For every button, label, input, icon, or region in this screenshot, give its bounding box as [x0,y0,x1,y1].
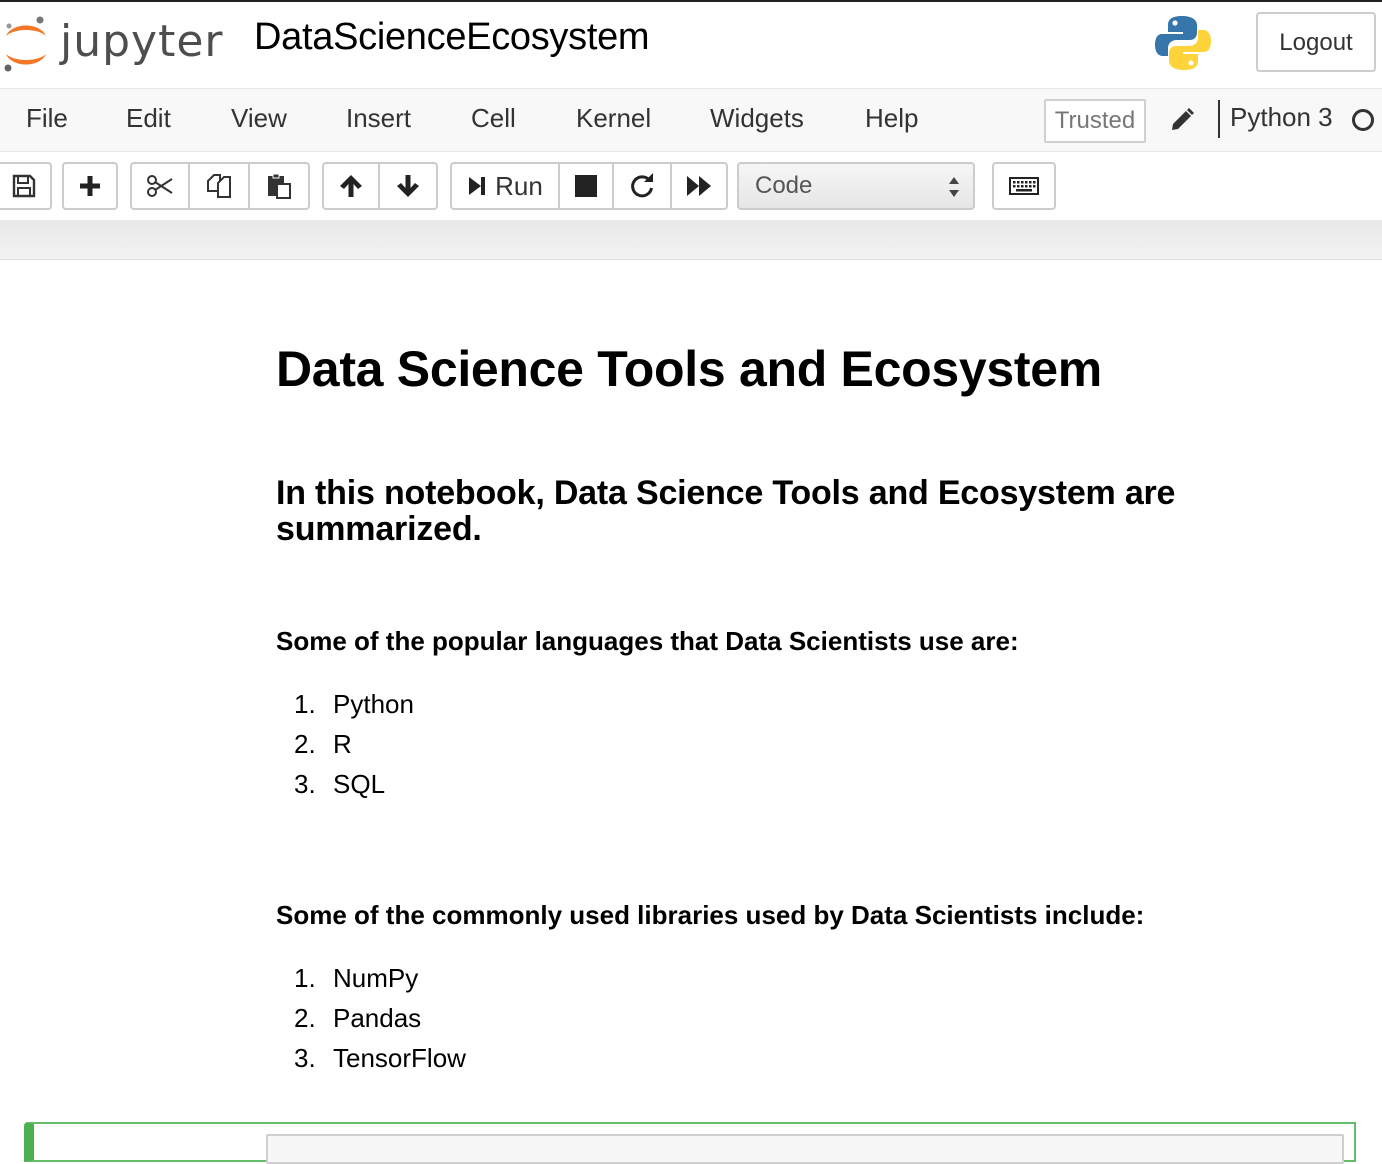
list-number: 3. [294,1043,316,1073]
notebook-title-heading: Data Science Tools and Ecosystem [276,341,1102,397]
arrow-up-icon [340,175,362,197]
command-palette-button[interactable] [992,162,1056,210]
list-number: 1. [294,963,316,993]
restart-kernel-button[interactable] [612,162,672,210]
languages-heading: Some of the popular languages that Data … [276,626,1019,656]
logout-button[interactable]: Logout [1256,12,1376,72]
insert-cell-button[interactable] [62,162,118,210]
menu-widgets[interactable]: Widgets [710,103,804,134]
menu-file[interactable]: File [26,103,68,134]
save-button[interactable] [0,162,52,210]
menu-edit[interactable]: Edit [126,103,171,134]
list-item-text: SQL [333,769,386,799]
cell-type-value: Code [755,172,813,199]
cut-button[interactable] [130,162,190,210]
list-item-text: TensorFlow [333,1043,466,1073]
paste-button[interactable] [248,162,310,210]
menu-insert[interactable]: Insert [346,103,411,134]
jupyter-logo-icon [4,16,46,72]
pencil-icon[interactable] [1168,106,1196,139]
keyboard-icon [1009,177,1039,195]
menu-view[interactable]: View [231,103,287,134]
list-item-text: Pandas [333,1003,422,1033]
arrow-down-icon [397,175,419,197]
run-icon [469,177,486,195]
kernel-divider [1218,100,1220,138]
plus-icon [80,176,100,196]
intro-heading: In this notebook, Data Science Tools and… [276,474,1176,548]
list-number: 1. [294,689,316,719]
kernel-idle-indicator-icon [1352,109,1374,131]
list-item-text: NumPy [333,963,419,993]
kernel-name[interactable]: Python 3 [1230,102,1333,133]
stop-icon [575,175,597,197]
list-item-text: R [333,729,352,759]
scissors-icon [147,175,173,197]
list-number: 2. [294,729,316,759]
interrupt-kernel-button[interactable] [558,162,614,210]
copy-button[interactable] [188,162,250,210]
menu-kernel[interactable]: Kernel [576,103,651,134]
python-logo-icon [1154,14,1212,77]
trusted-badge[interactable]: Trusted [1044,99,1146,143]
jupyter-logo[interactable]: jupyter [0,10,223,74]
header: jupyter DataScienceEcosystem Logout [0,0,1382,88]
cell-type-select[interactable]: Code [737,162,975,210]
toolbar-separator [0,220,1382,260]
logo-text: jupyter [60,16,224,67]
code-cell-input[interactable] [266,1134,1344,1164]
save-icon [12,174,36,198]
menu-help[interactable]: Help [865,103,918,134]
libraries-heading: Some of the commonly used libraries used… [276,900,1145,930]
fast-forward-icon [687,176,711,196]
restart-run-all-button[interactable] [670,162,728,210]
menu-cell[interactable]: Cell [471,103,516,134]
copy-icon [207,174,231,198]
paste-icon [268,173,291,199]
move-down-button[interactable] [378,162,438,210]
select-arrows-icon [949,177,959,197]
active-code-cell[interactable] [24,1122,1356,1164]
notebook-area: Data Science Tools and Ecosystem In this… [0,260,1382,1164]
run-label: Run [495,170,543,201]
list-number: 3. [294,769,316,799]
list-number: 2. [294,1003,316,1033]
notebook-name[interactable]: DataScienceEcosystem [254,16,650,59]
restart-icon [631,173,653,198]
toolbar: Run [0,152,1382,220]
move-up-button[interactable] [322,162,380,210]
list-item-text: Python [333,689,414,719]
run-button[interactable]: Run [450,162,560,210]
